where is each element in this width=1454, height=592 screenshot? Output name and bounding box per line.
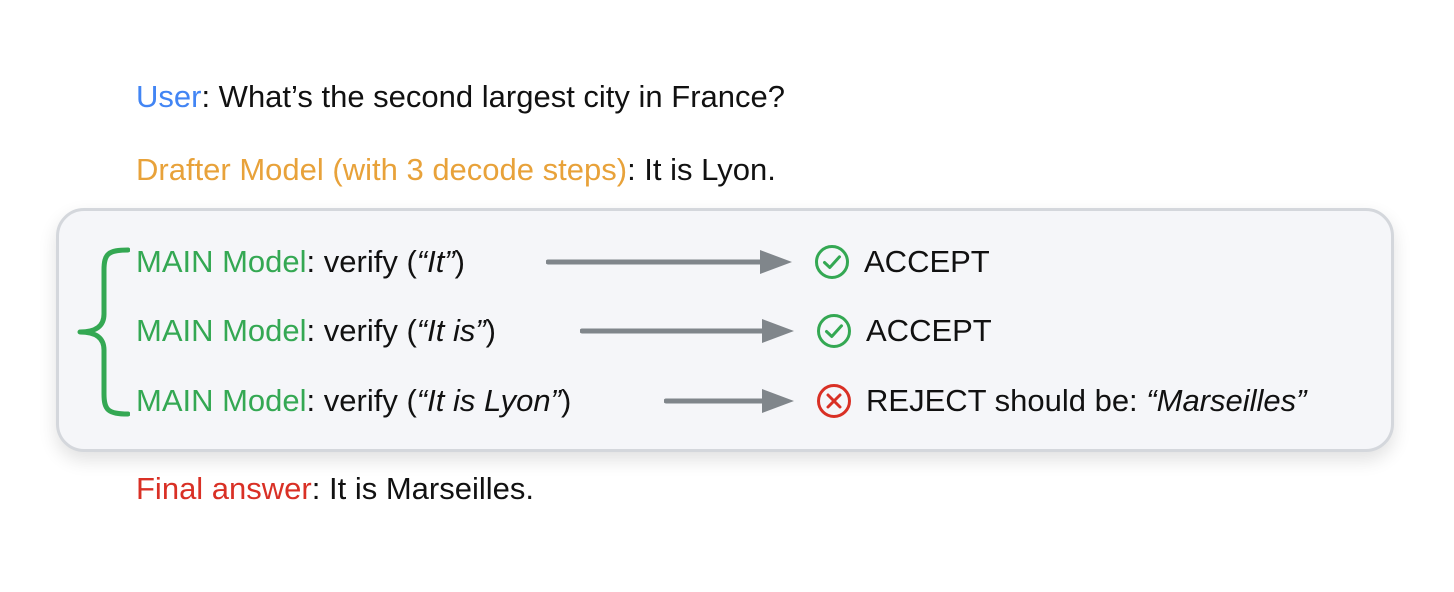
- arrow-right-icon: [664, 389, 794, 413]
- verify-row-3: MAIN Model: verify (“It is Lyon”): [136, 379, 571, 423]
- verify-suffix: ): [560, 383, 572, 418]
- main-model-label: MAIN Model: [136, 313, 307, 348]
- verify-prefix: : verify (: [306, 313, 417, 348]
- x-circle-icon: [817, 384, 851, 418]
- user-message-text: : What’s the second largest city in Fran…: [201, 79, 785, 114]
- verify-suffix: ): [485, 313, 496, 348]
- status-accept-1: ACCEPT: [864, 244, 990, 279]
- arrow-right-icon: [580, 319, 794, 343]
- check-circle-icon: [815, 245, 849, 279]
- verify-row-1: MAIN Model: verify (“It”): [136, 240, 465, 284]
- curly-brace-icon: [77, 247, 130, 417]
- correction-text: “Marseilles”: [1146, 383, 1307, 418]
- main-model-label: MAIN Model: [136, 383, 307, 418]
- arrow-right-icon: [546, 250, 792, 274]
- drafter-message: Drafter Model (with 3 decode steps): It …: [136, 150, 776, 190]
- drafter-role-label: Drafter Model (with 3 decode steps): [136, 152, 628, 187]
- user-message: User: What’s the second largest city in …: [136, 77, 785, 117]
- verify-candidate: “It is Lyon”: [416, 383, 561, 418]
- final-answer: Final answer: It is Marseilles.: [136, 469, 534, 509]
- check-circle-icon: [817, 314, 851, 348]
- verify-candidate: “It”: [416, 244, 455, 279]
- verify-suffix: ): [454, 244, 465, 279]
- drafter-message-text: : It is Lyon.: [627, 152, 776, 187]
- verify-row-2: MAIN Model: verify (“It is”): [136, 309, 496, 353]
- final-answer-text: : It is Marseilles.: [311, 471, 534, 506]
- status-accept-2: ACCEPT: [866, 313, 992, 348]
- user-role-label: User: [136, 79, 202, 114]
- status-reject: REJECT should be: “Marseilles”: [866, 379, 1306, 423]
- reject-text: REJECT should be:: [866, 383, 1147, 418]
- verify-prefix: : verify (: [306, 244, 417, 279]
- final-role-label: Final answer: [136, 471, 312, 506]
- verify-candidate: “It is”: [416, 313, 486, 348]
- verify-prefix: : verify (: [306, 383, 417, 418]
- main-model-label: MAIN Model: [136, 244, 307, 279]
